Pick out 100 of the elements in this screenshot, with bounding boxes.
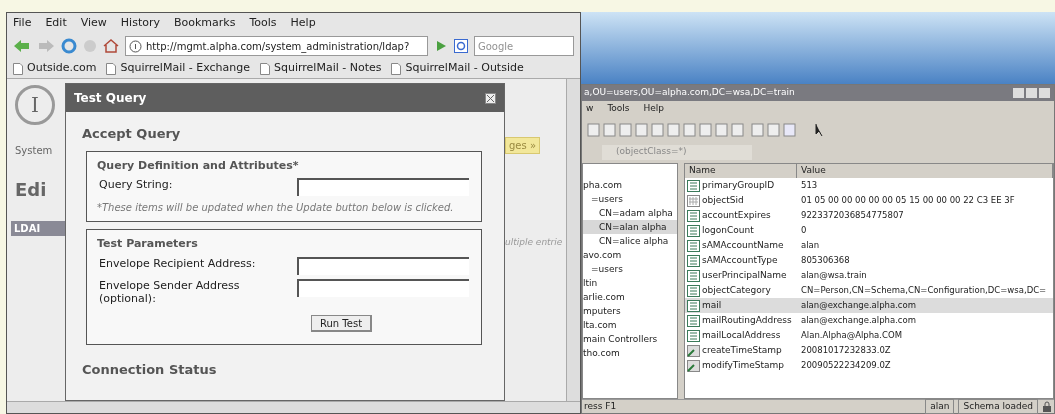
tree-item[interactable]: main Controllers <box>583 332 677 346</box>
attribute-row[interactable]: logonCount 0 <box>685 223 1053 238</box>
tree-item[interactable]: pha.com <box>583 178 677 192</box>
attribute-name: mailLocalAddress <box>702 328 781 342</box>
attribute-value: 01 05 00 00 00 00 00 05 15 00 00 00 22 C3 EE 3F <box>800 194 1015 207</box>
tree-item[interactable]: mputers <box>583 304 677 318</box>
attribute-row[interactable]: createTimeStamp 20081017232833.0Z <box>685 343 1053 358</box>
attribute-value: alan <box>800 239 820 252</box>
attribute-name: sAMAccountName <box>702 238 784 252</box>
go-arrow-icon[interactable] <box>434 39 448 53</box>
logo-mark: I <box>15 85 55 125</box>
column-header[interactable]: Name <box>685 164 797 178</box>
hint-text: ultiple entrie <box>505 236 564 249</box>
page-heading: Edi <box>15 178 48 202</box>
tree-item[interactable]: =users <box>583 262 677 276</box>
input-field[interactable] <box>297 178 469 196</box>
address-bar[interactable]: http://mgmt.alpha.com/system_administration/ldap? <box>125 36 428 56</box>
menu-item[interactable]: Help <box>643 102 665 116</box>
text-field-icon <box>687 299 700 312</box>
vertical-scrollbar[interactable] <box>566 79 580 401</box>
attribute-name: objectSid <box>702 193 744 207</box>
page-icon <box>106 62 117 75</box>
field-label: Query String: <box>98 178 174 191</box>
section-heading: Connection Status <box>82 360 218 379</box>
menu-item[interactable]: View <box>80 14 107 32</box>
bookmark-link[interactable]: SquirrelMail - Notes <box>259 60 382 77</box>
tree-item[interactable]: =users <box>583 192 677 206</box>
attribute-row[interactable]: sAMAccountType 805306368 <box>685 253 1053 268</box>
attribute-value: CN=Person,CN=Schema,CN=Configuration,DC=wsa,DC= <box>800 284 1047 297</box>
attribute-name: mail <box>702 298 722 312</box>
attribute-name: modifyTimeStamp <box>702 358 785 372</box>
attribute-row[interactable]: mail alan@exchange.alpha.com <box>685 298 1053 313</box>
attribute-row[interactable]: sAMAccountName alan <box>685 238 1053 253</box>
menu-item[interactable]: Help <box>290 14 316 32</box>
attribute-row[interactable]: mailRoutingAddress alan@exchange.alpha.com <box>685 313 1053 328</box>
input-field[interactable] <box>297 256 469 275</box>
bookmark-link[interactable]: Outside.com <box>13 60 97 77</box>
menu-item[interactable]: History <box>120 14 160 32</box>
attribute-row[interactable]: objectCategory CN=Person,CN=Schema,CN=Configuration,DC=wsa,DC= <box>685 283 1053 298</box>
window-title: a,OU=users,OU=alpha.com,DC=wsa,DC=train <box>584 86 795 100</box>
attribute-name: userPrincipalName <box>702 268 787 282</box>
attribute-row[interactable]: accountExpires 9223372036854775807 <box>685 208 1053 223</box>
window-controls-icon[interactable] <box>1012 87 1052 99</box>
attribute-row[interactable]: primaryGroupID 513 <box>685 178 1053 193</box>
attribute-value: 20081017232833.0Z <box>800 344 891 357</box>
site-info-icon <box>129 39 142 53</box>
attribute-name: sAMAccountType <box>702 253 778 267</box>
attribute-row[interactable]: objectSid 01 05 00 00 00 00 00 05 15 00 00 00 22 C3 EE 3F <box>685 193 1053 208</box>
status-text: ress F1 <box>584 399 618 413</box>
tree-item[interactable]: tho.com <box>583 346 677 360</box>
close-icon[interactable] <box>485 92 496 104</box>
back-arrow-icon[interactable] <box>13 38 31 54</box>
section-heading: Accept Query <box>82 125 182 143</box>
text-field-icon <box>687 284 700 297</box>
field-label: Envelope Recipient Address: <box>98 256 257 270</box>
menu-item[interactable]: File <box>13 14 32 32</box>
grid-icon <box>687 194 700 207</box>
dialog-title: Test Query <box>74 90 147 107</box>
schema-status: Schema loaded <box>958 398 1038 414</box>
horizontal-scrollbar[interactable] <box>7 401 580 413</box>
attribute-value: 9223372036854775807 <box>800 209 904 222</box>
tree-item[interactable]: CN=adam alpha <box>583 206 677 220</box>
input-field[interactable] <box>297 278 469 297</box>
section-title: Query Definition and Attributes* <box>97 157 300 174</box>
nav-label: System <box>15 144 54 158</box>
menu-item[interactable]: Edit <box>45 14 67 32</box>
tree-item[interactable]: lta.com <box>583 318 677 332</box>
menu-item[interactable]: w <box>586 102 594 116</box>
menu-item[interactable]: Tools <box>249 14 277 32</box>
tree-item[interactable]: CN=alan alpha <box>583 220 677 234</box>
attribute-row[interactable]: mailLocalAddress Alan.Alpha@Alpha.COM <box>685 328 1053 343</box>
attribute-row[interactable]: userPrincipalName alan@wsa.train <box>685 268 1053 283</box>
text-field-icon <box>687 209 700 222</box>
attribute-row[interactable]: modifyTimeStamp 20090522234209.0Z <box>685 358 1053 373</box>
bookmark-link[interactable]: SquirrelMail - Exchange <box>106 60 250 77</box>
tree-item[interactable]: avo.com <box>583 248 677 262</box>
bookmark-link[interactable]: SquirrelMail - Outside <box>391 60 524 77</box>
tree-item[interactable]: ltin <box>583 276 677 290</box>
home-icon[interactable] <box>103 38 119 54</box>
text-field-icon <box>687 329 700 342</box>
reload-icon[interactable] <box>61 38 77 54</box>
search-engine-icon[interactable] <box>454 39 468 53</box>
search-field[interactable]: Google <box>474 36 574 56</box>
tree-item[interactable]: arlie.com <box>583 290 677 304</box>
attribute-value: 20090522234209.0Z <box>800 359 891 372</box>
text-field-icon <box>687 224 700 237</box>
text-field-icon <box>687 239 700 252</box>
tree-item[interactable]: CN=alice alpha <box>583 234 677 248</box>
attribute-name: primaryGroupID <box>702 178 775 192</box>
attribute-value: 0 <box>800 224 807 237</box>
attribute-name: logonCount <box>702 223 754 237</box>
attribute-value: alan@exchange.alpha.com <box>800 299 917 312</box>
attribute-value: 805306368 <box>800 254 850 267</box>
menu-item[interactable]: Tools <box>607 102 630 116</box>
menu-item[interactable]: Bookmarks <box>174 14 236 32</box>
run-test-button[interactable]: Run Test <box>311 314 373 332</box>
help-note: *These items will be updated when the Update button below is clicked. <box>97 201 455 215</box>
column-header[interactable]: Value <box>797 164 1053 178</box>
page-icon <box>259 62 270 75</box>
section-title: Test Parameters <box>97 236 199 252</box>
